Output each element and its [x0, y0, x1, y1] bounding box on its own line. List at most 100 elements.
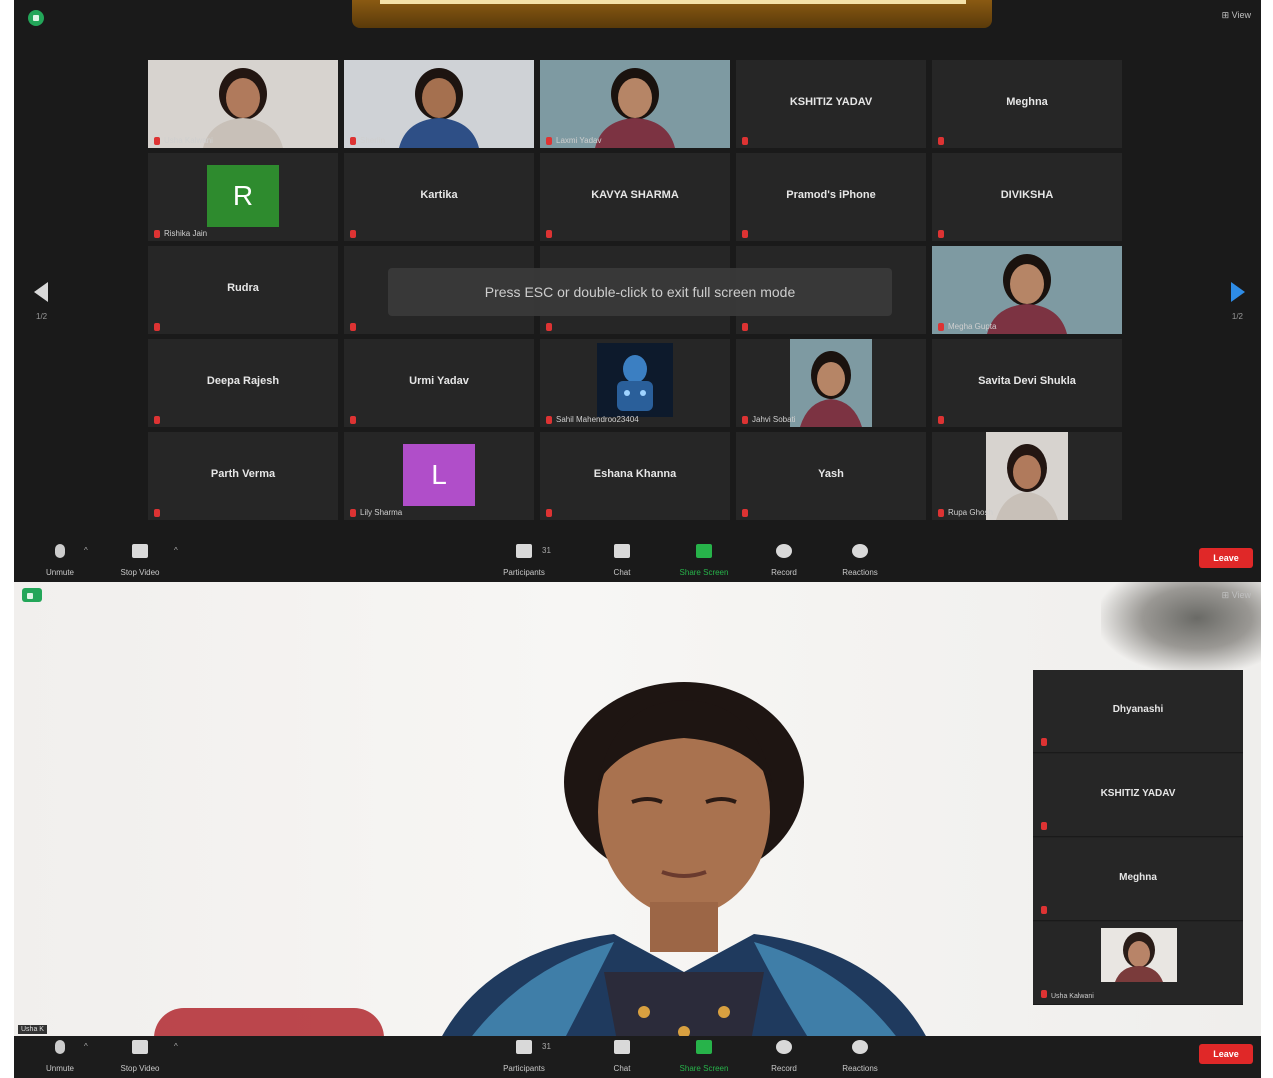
speaker-video — [424, 682, 944, 1078]
leave-button[interactable]: Leave — [1199, 1044, 1253, 1064]
side-tile[interactable]: Dhyanashi — [1033, 670, 1243, 753]
participants-icon — [516, 1040, 532, 1054]
participants-icon — [516, 544, 532, 558]
participant-tile[interactable]: Rudra — [148, 246, 338, 334]
side-tile[interactable]: Meghna — [1033, 838, 1243, 921]
participant-name: KSHITIZ YADAV — [789, 96, 873, 108]
record-button[interactable]: Record — [744, 544, 824, 580]
participant-label: Lily Sharma — [350, 508, 402, 517]
view-button[interactable]: ⊞ View — [1222, 10, 1251, 21]
participant-tile[interactable]: Sahil Mahendroo23404 — [540, 339, 730, 427]
muted-mic-icon — [350, 229, 356, 238]
participants-button[interactable]: Participants — [484, 544, 564, 580]
share-screen-button[interactable]: Share Screen — [664, 544, 744, 580]
previous-page-arrow-icon[interactable] — [34, 282, 48, 302]
video-camera-icon — [132, 544, 148, 558]
participant-label — [546, 322, 556, 331]
audio-options-caret[interactable]: ^ — [84, 546, 88, 555]
side-tile[interactable]: KSHITIZ YADAV — [1033, 754, 1243, 837]
muted-mic-icon — [350, 136, 356, 145]
microphone-muted-icon — [55, 1040, 65, 1054]
stop-video-button[interactable]: Stop Video — [100, 544, 180, 580]
participant-tile[interactable]: L Lily Sharma — [344, 432, 534, 520]
participant-tile[interactable]: Deepa Rajesh — [148, 339, 338, 427]
share-screen-icon — [696, 544, 712, 558]
participant-tile[interactable]: Laxmi Yadav — [540, 60, 730, 148]
muted-mic-icon — [546, 322, 552, 331]
view-button[interactable]: ⊞ View — [1222, 590, 1251, 601]
participants-count: 31 — [542, 1042, 551, 1051]
participant-video — [986, 432, 1068, 520]
share-screen-button[interactable]: Share Screen — [664, 1040, 744, 1076]
participant-name: KAVYA SHARMA — [591, 189, 679, 201]
mute-button[interactable]: Unmute — [20, 1040, 100, 1076]
participant-label — [154, 322, 164, 331]
start-video-button[interactable]: Stop Video — [100, 1040, 180, 1076]
reactions-button[interactable]: Reactions — [820, 1040, 900, 1076]
record-button[interactable]: Record — [744, 1040, 824, 1076]
participant-tile[interactable]: KAVYA SHARMA — [540, 153, 730, 241]
page-indicator-right: 1/2 — [1231, 312, 1243, 321]
muted-mic-icon — [350, 322, 356, 331]
participant-tile[interactable]: Urmi Yadav — [344, 339, 534, 427]
video-options-caret[interactable]: ^ — [174, 1042, 178, 1051]
participant-label: Usha Kalwani — [1051, 993, 1094, 1000]
participant-name: Rudra — [227, 282, 259, 294]
meeting-toolbar: Unmute ^ Stop Video ^ Participants 31 Ch… — [14, 1036, 1261, 1078]
security-shield-icon[interactable] — [28, 10, 44, 26]
participant-name: Deepa Rajesh — [206, 375, 280, 387]
participant-tile[interactable]: R Rishika Jain — [148, 153, 338, 241]
muted-mic-icon — [154, 136, 160, 145]
next-page-arrow-icon[interactable] — [1231, 282, 1245, 302]
participant-label: Sherlin — [350, 136, 385, 145]
screen-share-banner — [352, 0, 992, 28]
participant-tile[interactable]: Kartika — [344, 153, 534, 241]
participant-tile[interactable]: Pramod's iPhone — [736, 153, 926, 241]
participants-button[interactable]: Participants — [484, 1040, 564, 1076]
participant-tile[interactable]: Megha Gupta — [932, 246, 1122, 334]
share-screen-icon — [696, 1040, 712, 1054]
participant-tile[interactable]: DIVIKSHA — [932, 153, 1122, 241]
muted-mic-icon — [350, 508, 356, 517]
participant-tile[interactable]: Savita Devi Shukla — [932, 339, 1122, 427]
meeting-toolbar: Unmute ^ Stop Video ^ Participants 31 Ch… — [14, 540, 1261, 582]
participant-tile[interactable]: Jahvi Sobati — [736, 339, 926, 427]
participant-label — [938, 415, 948, 424]
chat-button[interactable]: Chat — [582, 544, 662, 580]
muted-mic-icon — [546, 415, 552, 424]
leave-button[interactable]: Leave — [1199, 548, 1253, 568]
participant-label — [938, 136, 948, 145]
participant-name: Urmi Yadav — [409, 375, 469, 387]
audio-options-caret[interactable]: ^ — [84, 1042, 88, 1051]
participant-tile[interactable]: KSHITIZ YADAV — [736, 60, 926, 148]
muted-mic-icon — [742, 229, 748, 238]
participant-tile[interactable]: Sherlin — [344, 60, 534, 148]
profile-picture — [597, 343, 673, 417]
reactions-button[interactable]: Reactions — [820, 544, 900, 580]
muted-mic-icon — [742, 136, 748, 145]
participant-name: Parth Verma — [210, 468, 276, 480]
participant-tile[interactable]: Yash — [736, 432, 926, 520]
participant-name: Meghna — [1006, 96, 1048, 108]
participant-tile[interactable]: Rupa Ghosh — [932, 432, 1122, 520]
side-tile-video[interactable]: Usha Kalwani — [1033, 922, 1243, 1005]
participant-name: DIVIKSHA — [1000, 189, 1054, 201]
mute-button[interactable]: Unmute — [20, 544, 100, 580]
video-options-caret[interactable]: ^ — [174, 546, 178, 555]
participant-tile[interactable]: Usha Kalwani — [148, 60, 338, 148]
muted-mic-icon — [1041, 906, 1047, 914]
participant-video — [148, 60, 338, 148]
participant-label-text: Jahvi Sobati — [752, 415, 796, 424]
chat-button[interactable]: Chat — [582, 1040, 662, 1076]
participant-label-text: Lily Sharma — [360, 508, 403, 517]
participant-tile[interactable]: Parth Verma — [148, 432, 338, 520]
participant-tile[interactable]: Eshana Khanna — [540, 432, 730, 520]
participant-label — [350, 322, 360, 331]
page-indicator-left: 1/2 — [36, 312, 48, 321]
muted-mic-icon — [546, 229, 552, 238]
participant-label-text: Rupa Ghosh — [948, 508, 993, 517]
security-shield-icon[interactable] — [22, 588, 42, 602]
participant-avatar: L — [403, 444, 475, 506]
bottom-meeting-window: ⊞ View Dhyanashi KSHITIZ YADAV Meghna Us… — [14, 582, 1261, 1078]
participant-tile[interactable]: Meghna — [932, 60, 1122, 148]
